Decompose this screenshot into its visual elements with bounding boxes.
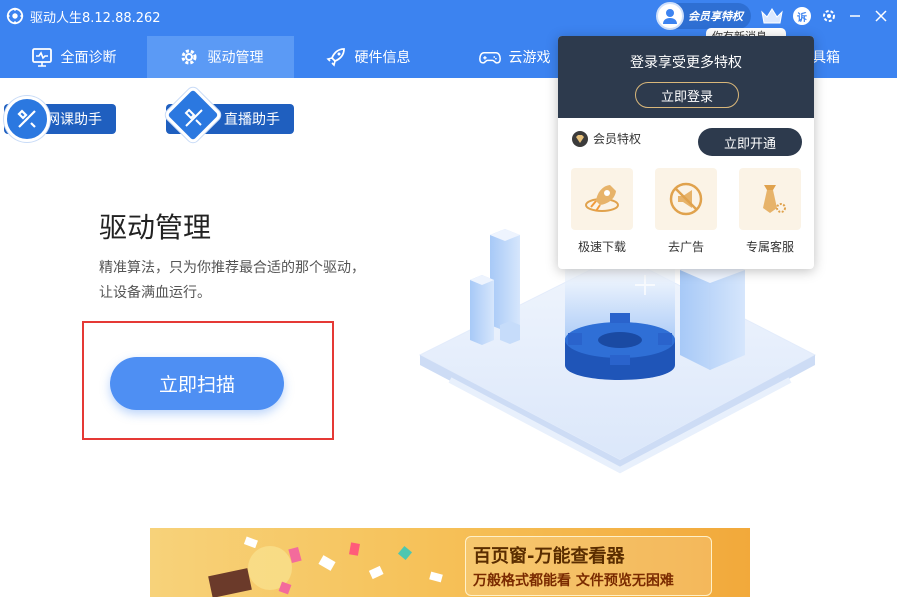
perk-fast-download[interactable]: 极速下载 (570, 168, 634, 255)
tools-icon (17, 109, 36, 128)
vip-privilege-row: 会员特权 (572, 130, 641, 147)
app-title: 驱动人生8.12.88.262 (30, 10, 161, 26)
tie-icon (763, 185, 786, 213)
complaint-badge[interactable]: 诉 (793, 7, 811, 25)
class-helper-badge (4, 96, 50, 142)
perk-label: 去广告 (667, 240, 704, 254)
wrench-icon (184, 108, 203, 127)
popup-title: 登录享受更多特权 (630, 55, 742, 71)
tab-label: 硬件信息 (354, 50, 411, 66)
tab-driver-management[interactable]: 驱动管理 (147, 36, 294, 78)
description-line: 让设备满血运行。 (99, 285, 211, 301)
page-description: 精准算法，只为你推荐最合适的那个驱动， 让设备满血运行。 (99, 256, 419, 306)
vip-privilege-label: 会员特权 (593, 132, 642, 146)
confetti-decoration (208, 536, 443, 597)
banner-title: 百页窗-万能查看器 (473, 546, 625, 567)
gamepad-icon (478, 52, 501, 64)
rocket-icon (325, 48, 345, 67)
promo-banner[interactable]: 百页窗-万能查看器 万般格式都能看 文件预览无困难 (150, 528, 750, 597)
perk-label: 专属客服 (745, 240, 794, 254)
vip-diamond-icon (572, 130, 588, 147)
perk-tile (571, 168, 633, 230)
open-vip-button[interactable]: 立即开通 (698, 128, 802, 156)
window-controls: 会员享特权 诉 (656, 2, 889, 30)
perk-label: 极速下载 (577, 240, 626, 254)
user-icon (663, 9, 677, 24)
minimize-icon[interactable] (847, 8, 863, 24)
tab-label: 具箱 (812, 50, 840, 66)
close-icon[interactable] (873, 8, 889, 24)
popup-header: 登录享受更多特权 立即登录 (558, 36, 814, 118)
app-logo-icon (6, 7, 24, 25)
rocket-icon (585, 185, 619, 212)
perk-remove-ads[interactable]: 去广告 (654, 168, 718, 255)
settings-icon[interactable] (821, 8, 837, 24)
monitor-icon (31, 48, 52, 67)
online-class-helper-button[interactable]: 网课助手 (4, 96, 116, 142)
crown-icon[interactable] (761, 8, 783, 24)
perk-tile (739, 168, 801, 230)
tab-label: 云游戏 (508, 50, 551, 66)
app-title-area: 驱动人生8.12.88.262 (6, 4, 161, 28)
tab-toolbox[interactable]: 具箱 (812, 36, 840, 78)
livestream-helper-button[interactable]: 直播助手 (163, 85, 294, 145)
gear-icon (181, 49, 196, 65)
tab-label: 全面诊断 (60, 50, 117, 66)
perk-dedicated-support[interactable]: 专属客服 (738, 168, 802, 255)
description-line: 精准算法，只为你推荐最合适的那个驱动， (99, 260, 365, 276)
avatar[interactable] (656, 2, 684, 30)
tab-label: 驱动管理 (207, 50, 264, 66)
main-tabs: 全面诊断 驱动管理 硬件信息 云游戏 (0, 36, 588, 78)
banner-subtitle: 万般格式都能看 文件预览无困难 (473, 573, 674, 589)
vip-popup: 登录享受更多特权 立即登录 会员特权 立即开通 极速下载 去广告 专属客服 (558, 36, 814, 269)
no-ads-icon (669, 182, 703, 216)
tab-hardware-info[interactable]: 硬件信息 (294, 36, 441, 78)
tab-full-diagnosis[interactable]: 全面诊断 (0, 36, 147, 78)
vip-button[interactable]: 会员享特权 (656, 2, 751, 30)
page-title: 驱动管理 (99, 211, 212, 244)
vip-label: 会员享特权 (688, 10, 743, 23)
perk-tile (655, 168, 717, 230)
login-button[interactable]: 立即登录 (635, 82, 739, 108)
scan-now-button[interactable]: 立即扫描 (110, 357, 284, 410)
